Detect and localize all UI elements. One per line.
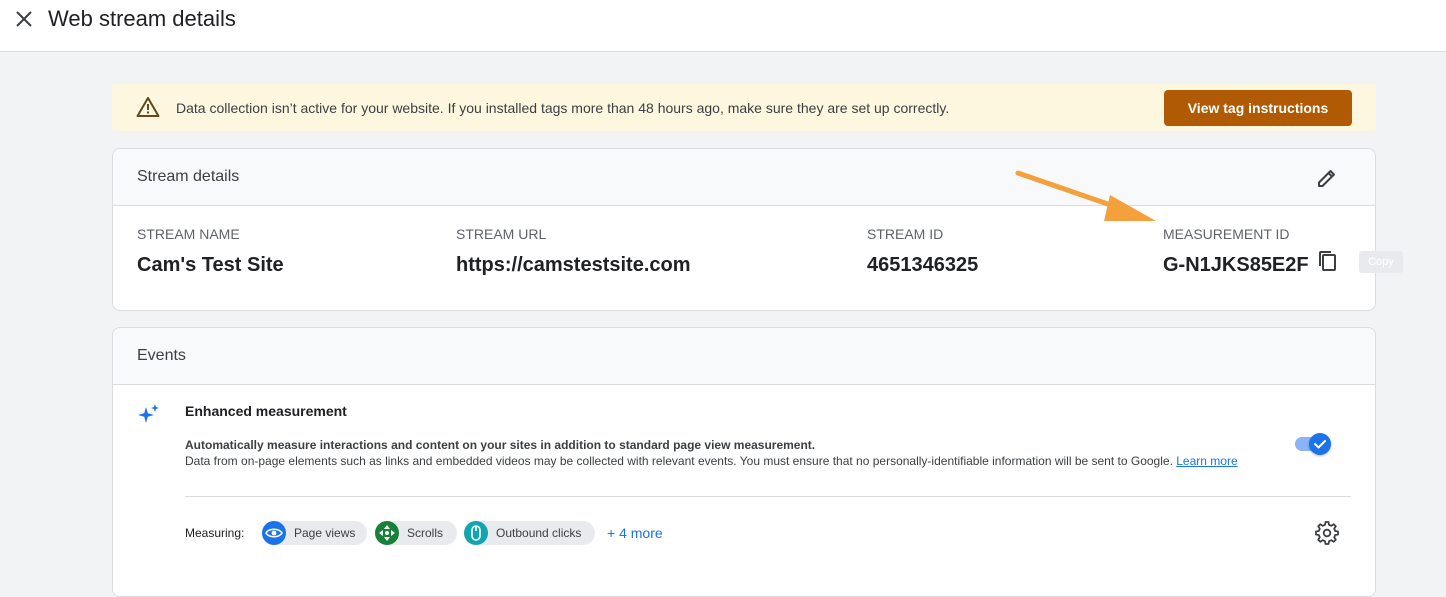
learn-more-link[interactable]: Learn more [1176,454,1237,468]
annotation-arrow [1015,170,1156,221]
move-arrows-icon [375,521,399,545]
chip-outbound-clicks[interactable]: Outbound clicks [464,521,595,545]
measurement-id-value: G-N1JKS85E2F [1163,254,1309,276]
mouse-icon [464,521,488,545]
stream-details-title: Stream details [137,168,240,185]
stream-name-field: STREAM NAME Cam's Test Site [137,226,284,277]
measuring-label: Measuring: [185,526,245,540]
chip-page-views[interactable]: Page views [262,521,367,545]
chip-label: Page views [294,526,356,540]
close-icon[interactable] [12,7,36,31]
enhanced-measurement-description-text: Data from on-page elements such as links… [185,454,1173,468]
view-tag-instructions-button[interactable]: View tag instructions [1164,90,1352,126]
chip-label: Scrolls [407,526,444,540]
stream-id-value: 4651346325 [867,254,979,276]
gear-icon[interactable] [1315,521,1339,545]
stream-name-value: Cam's Test Site [137,254,284,276]
warning-icon [136,96,160,118]
enhanced-measurement-title: Enhanced measurement [185,403,347,419]
stream-url-label: STREAM URL [456,226,547,242]
divider [185,496,1351,497]
top-bar: Web stream details [0,0,1446,52]
data-collection-warning-banner: Data collection isn’t active for your we… [112,84,1376,131]
stream-id-field: STREAM ID 4651346325 [867,226,978,277]
enhanced-measurement-toggle[interactable] [1295,433,1331,455]
measurement-id-field: MEASUREMENT ID G-N1JKS85E2F [1163,226,1309,277]
events-card: Events Enhanced measurement Automaticall… [112,327,1376,597]
pencil-icon[interactable] [1315,166,1339,190]
enhanced-measurement-description: Data from on-page elements such as links… [185,454,1275,469]
warning-message: Data collection isn’t active for your we… [176,100,950,116]
stream-name-label: STREAM NAME [137,226,240,242]
events-title: Events [137,347,186,364]
enhanced-measurement-summary: Automatically measure interactions and c… [185,438,816,452]
eye-icon [262,521,286,545]
stream-url-field: STREAM URL https://camstestsite.com [456,226,691,277]
chip-scrolls[interactable]: Scrolls [375,521,457,545]
stream-url-value: https://camstestsite.com [456,254,691,276]
more-measurements-link[interactable]: + 4 more [607,525,663,541]
copy-tooltip: Copy [1359,251,1403,273]
copy-icon[interactable] [1315,249,1339,273]
chip-label: Outbound clicks [496,526,582,540]
events-header: Events [113,328,1375,385]
measurement-id-label: MEASUREMENT ID [1163,226,1290,242]
sparkle-icon [137,402,161,426]
toggle-knob [1309,433,1331,455]
stream-id-label: STREAM ID [867,226,944,242]
stream-details-header: Stream details [113,149,1375,206]
page-title: Web stream details [48,6,236,31]
stream-details-card: Stream details STREAM NAME Cam's Test Si… [112,148,1376,311]
check-icon [1314,440,1326,449]
